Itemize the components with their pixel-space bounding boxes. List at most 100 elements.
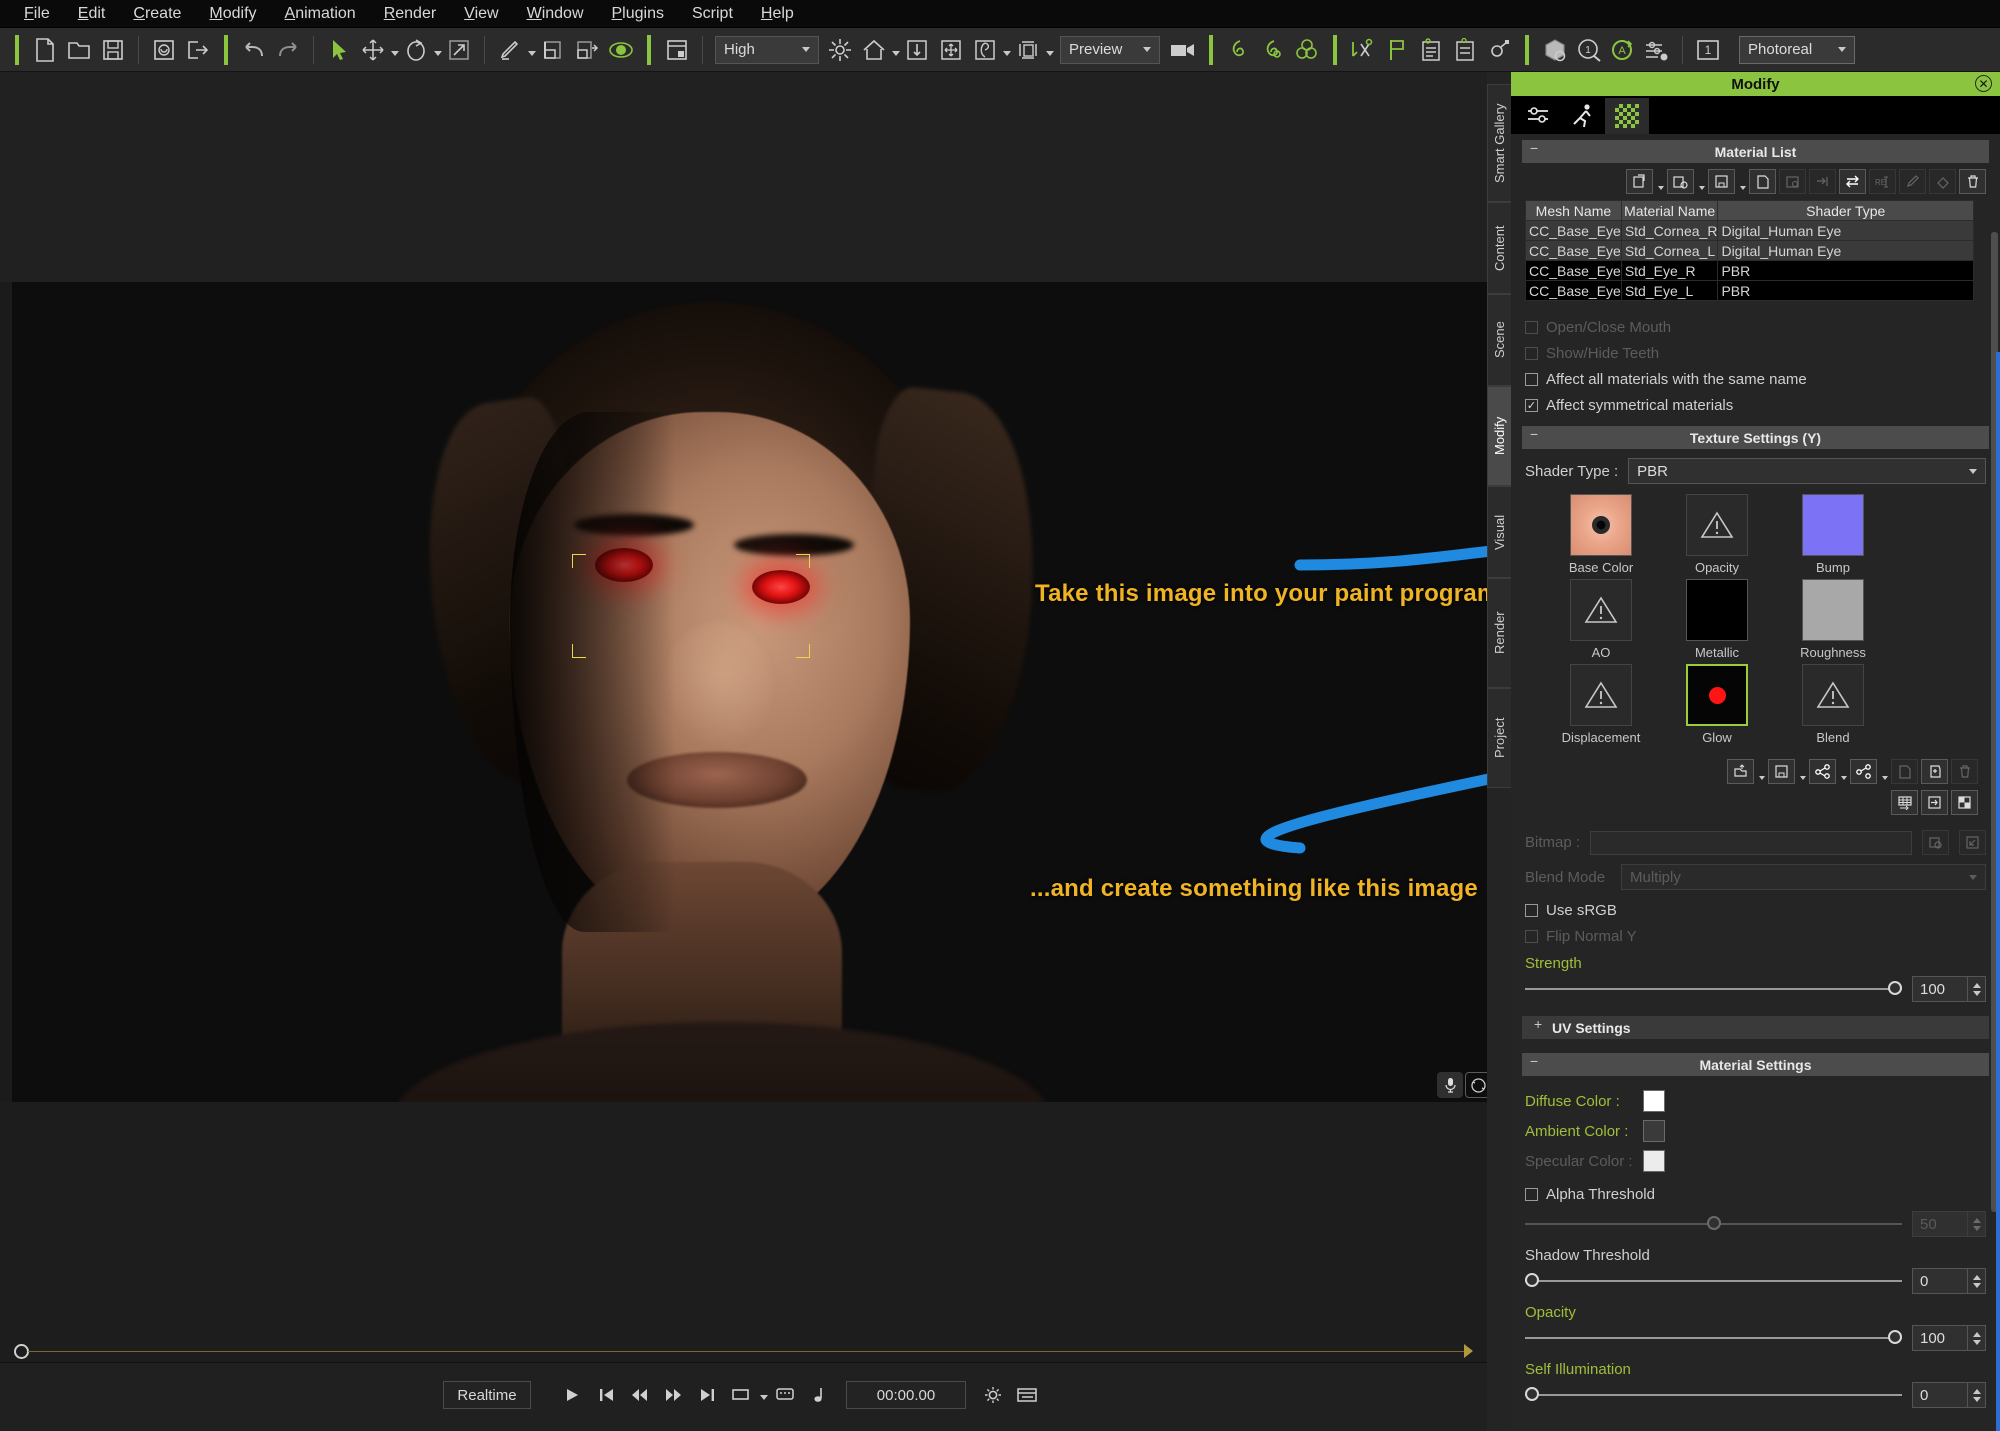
viewport-3d-canvas[interactable] [12,282,1487,1102]
chevron-down-icon[interactable] [1699,186,1705,190]
specular-color-swatch[interactable] [1643,1150,1665,1172]
checkbox-box[interactable] [1525,904,1538,917]
chevron-down-icon[interactable] [1969,468,1977,474]
comment-icon[interactable] [768,1380,802,1410]
load-texture-icon[interactable] [1727,759,1754,784]
texture-thumbnail-empty[interactable] [1686,494,1748,556]
save-texture-icon[interactable] [1768,759,1795,784]
texture-channel-base-color[interactable]: Base Color [1543,494,1659,575]
menu-item-help[interactable]: Help [747,3,808,25]
menu-item-window[interactable]: Window [513,3,598,25]
texture-channel-ao[interactable]: AO [1543,579,1659,660]
link-icon[interactable] [1809,759,1836,784]
texture-thumbnail[interactable] [1686,579,1748,641]
rotate-icon[interactable] [399,33,433,67]
opacity-slider-knob[interactable] [1888,1330,1902,1344]
apply-icon[interactable] [1809,169,1836,194]
checkbox-box[interactable] [1525,347,1538,360]
menu-item-create[interactable]: Create [119,3,195,25]
pivot-icon[interactable] [1482,33,1516,67]
texture-thumbnail[interactable] [1686,664,1748,726]
collapse-toggle-icon[interactable]: − [1530,426,1538,442]
chevron-down-icon[interactable] [1003,51,1011,56]
self-illumination-slider-track[interactable] [1525,1387,1902,1401]
table-row[interactable]: CC_Base_Eye Std_Cornea_L Digital_Human E… [1525,240,1974,261]
layer-panel-icon[interactable] [660,33,694,67]
shadow-threshold-slider-knob[interactable] [1525,1273,1539,1287]
move-icon[interactable] [356,33,390,67]
open-external-icon[interactable] [1959,830,1986,855]
texture-thumbnail[interactable] [1802,494,1864,556]
list-icon[interactable] [1414,33,1448,67]
copy-icon[interactable] [1749,169,1776,194]
chevron-down-icon[interactable] [1838,47,1846,52]
alpha-threshold-slider-row[interactable]: 50 [1525,1211,1986,1237]
timeline-panel-icon[interactable] [1010,1380,1044,1410]
chevron-down-icon[interactable] [892,51,900,56]
scrub-handle[interactable] [14,1344,29,1359]
texture-thumbnail-empty[interactable] [1570,664,1632,726]
menu-item-view[interactable]: View [450,3,512,25]
shader-type-dropdown[interactable]: PBR [1628,458,1986,484]
close-icon[interactable]: ✕ [1975,75,1992,92]
checkbox-box[interactable]: ✓ [1525,399,1538,412]
texture-channel-displacement[interactable]: Displacement [1543,664,1659,745]
eye-visibility-icon[interactable] [604,33,638,67]
align-left-icon[interactable] [536,33,570,67]
chevron-down-icon[interactable] [1841,776,1847,780]
texture-thumbnail-empty[interactable] [1570,579,1632,641]
strength-slider-track[interactable] [1525,981,1902,995]
physics-icon[interactable] [968,33,1002,67]
alpha-threshold-slider-track[interactable] [1525,1216,1902,1230]
texture-channel-opacity[interactable]: Opacity [1659,494,1775,575]
flag-icon[interactable] [1380,33,1414,67]
checkbox-box[interactable] [1525,930,1538,943]
jump-start-icon[interactable] [589,1380,623,1410]
checkbox-alpha-threshold[interactable]: Alpha Threshold [1525,1186,2000,1203]
audio-note-icon[interactable] [802,1380,836,1410]
spring-icon[interactable] [1222,33,1256,67]
import-icon[interactable] [147,33,181,67]
save-icon[interactable] [96,33,130,67]
material-list-table[interactable]: Mesh Name Material Name Shader Type CC_B… [1525,200,1974,301]
expand-toggle-icon[interactable]: + [1534,1016,1542,1032]
table-row[interactable]: CC_Base_Eye Std_Eye_L PBR [1525,280,1974,301]
render-object-icon[interactable] [1538,33,1572,67]
alpha-threshold-value[interactable]: 50 [1912,1211,1968,1237]
align-right-icon[interactable] [570,33,604,67]
fast-forward-icon[interactable] [657,1380,691,1410]
texture-channel-roughness[interactable]: Roughness [1775,579,1891,660]
play-icon[interactable] [555,1380,589,1410]
chevron-down-icon[interactable] [1969,874,1977,880]
self-illumination-value[interactable]: 0 [1912,1382,1968,1408]
menu-item-animation[interactable]: Animation [271,3,370,25]
load-material-icon[interactable] [1626,169,1653,194]
chevron-down-icon[interactable] [391,51,399,56]
chevron-down-icon[interactable] [802,47,810,52]
diffuse-color-swatch[interactable] [1643,1090,1665,1112]
ambient-color-swatch[interactable] [1643,1120,1665,1142]
viewport[interactable] [0,72,1487,1362]
tab-motion[interactable] [1561,98,1605,134]
load-preset-icon[interactable] [1667,169,1694,194]
shadow-threshold-slider-row[interactable]: 0 [1525,1268,1986,1294]
undo-icon[interactable] [237,33,271,67]
checkbox-show-hide-teeth[interactable]: Show/Hide Teeth [1525,345,2000,362]
export-icon[interactable] [181,33,215,67]
checkbox-box[interactable] [1525,1188,1538,1201]
texture-channel-glow[interactable]: Glow [1659,664,1775,745]
frame-number-button[interactable]: 1 [1691,33,1725,67]
auto-icon[interactable]: A [1606,33,1640,67]
chevron-down-icon[interactable] [1759,776,1765,780]
range-icon[interactable] [725,1380,759,1410]
timeline-scrub-row[interactable] [0,1340,1487,1362]
menu-item-script[interactable]: Script [678,3,747,25]
edit-mesh-icon[interactable] [493,33,527,67]
checkbox-affect-all-materials[interactable]: Affect all materials with the same name [1525,371,2000,388]
texture-thumbnail-empty[interactable] [1802,664,1864,726]
playback-mode-button[interactable]: Realtime [443,1381,531,1409]
shadow-threshold-slider-track[interactable] [1525,1273,1902,1287]
checkbox-use-srgb[interactable]: Use sRGB [1525,902,2000,919]
open-folder-icon[interactable] [62,33,96,67]
opacity-slider-row[interactable]: 100 [1525,1325,1986,1351]
